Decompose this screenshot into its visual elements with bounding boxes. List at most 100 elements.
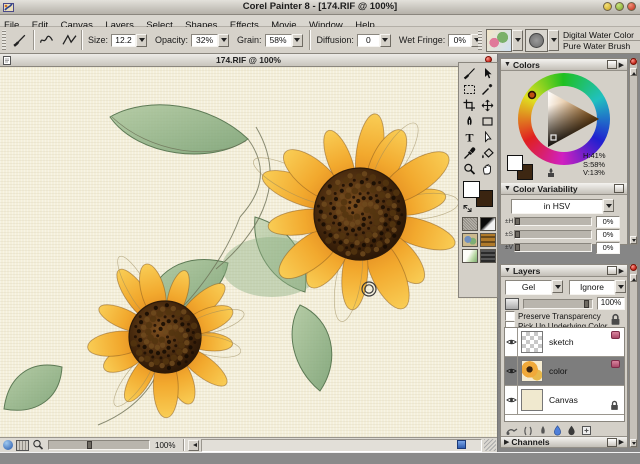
palette-menu-arrow-icon[interactable]: ▶ xyxy=(619,438,624,446)
colors-panel-header[interactable]: ▼ Colors ▶ xyxy=(501,59,627,71)
tool-crop[interactable] xyxy=(460,97,478,113)
scroll-up-button[interactable] xyxy=(630,274,637,282)
front-color-swatch[interactable] xyxy=(507,155,523,171)
color-variability-header[interactable]: ▼ Color Variability xyxy=(501,183,627,195)
diffusion-dropdown[interactable] xyxy=(380,34,391,47)
propbar-grip[interactable] xyxy=(2,30,6,50)
tool-move[interactable] xyxy=(478,97,496,113)
expand-triangle-icon[interactable]: ▶ xyxy=(504,438,509,446)
main-color-swatches[interactable] xyxy=(463,181,495,213)
variability-mode-dropdown[interactable] xyxy=(603,199,614,212)
layer-opacity-slider[interactable] xyxy=(523,299,593,309)
palette-window-icon[interactable] xyxy=(614,184,624,193)
tool-text[interactable]: T xyxy=(460,129,478,145)
variability-mode-value[interactable]: in HSV xyxy=(511,199,603,214)
maximize-button[interactable] xyxy=(615,2,624,11)
hue-marker[interactable] xyxy=(529,92,536,99)
layers-group-scrollbar[interactable] xyxy=(629,264,638,448)
wet-layer-icon[interactable] xyxy=(553,425,562,436)
visibility-cell[interactable] xyxy=(505,357,518,385)
layer-thumbnail[interactable] xyxy=(521,331,543,353)
wet-fringe-value[interactable]: 0% xyxy=(448,34,471,47)
new-layer-icon[interactable] xyxy=(581,425,592,436)
swap-colors-icon[interactable] xyxy=(463,204,472,213)
zoom-slider[interactable] xyxy=(48,440,150,450)
nozzle-selector[interactable] xyxy=(480,249,496,263)
opacity-value[interactable]: 32% xyxy=(191,34,218,47)
visibility-cell[interactable] xyxy=(505,328,518,356)
hue-variability-slider[interactable] xyxy=(514,217,592,226)
freehand-strokes-icon[interactable] xyxy=(38,33,55,47)
hscroll-thumb[interactable] xyxy=(457,440,466,449)
brush-variant-thumbnail[interactable] xyxy=(525,29,548,52)
tool-magnifier[interactable] xyxy=(460,161,478,177)
drawer-icon[interactable] xyxy=(16,440,29,451)
tool-rectangular-selection[interactable] xyxy=(460,81,478,97)
saturation-variability-slider[interactable] xyxy=(514,230,592,239)
zoom-tool-icon[interactable] xyxy=(32,439,44,451)
gradient-selector[interactable] xyxy=(480,217,496,231)
collapse-triangle-icon[interactable]: ▼ xyxy=(504,267,511,274)
palette-menu-arrow-icon[interactable]: ▶ xyxy=(619,61,624,69)
straight-strokes-icon[interactable] xyxy=(61,33,78,47)
tool-layer-adjuster[interactable] xyxy=(478,65,496,81)
dry-layer-icon[interactable] xyxy=(567,425,576,436)
composite-depth-value[interactable]: Ignore xyxy=(569,280,615,295)
layer-row-color[interactable]: color xyxy=(505,357,624,386)
layer-thumbnail[interactable] xyxy=(521,389,543,411)
layer-lock-icon[interactable] xyxy=(609,313,622,326)
preserve-transparency-checkbox[interactable] xyxy=(505,311,515,321)
opacity-dropdown[interactable] xyxy=(218,34,229,47)
group-layers-icon[interactable] xyxy=(523,426,533,436)
layer-thumbnail[interactable] xyxy=(521,360,543,382)
channels-panel-header[interactable]: ▶ Channels ▶ xyxy=(501,436,627,448)
window-titlebar[interactable]: Corel Painter 8 - [174.RIF @ 100%] xyxy=(0,0,640,15)
primary-color-swatch[interactable] xyxy=(463,181,480,198)
tool-pen[interactable] xyxy=(460,113,478,129)
look-selector[interactable] xyxy=(462,249,478,263)
palette-menu-arrow-icon[interactable]: ▶ xyxy=(619,267,624,275)
minimize-button[interactable] xyxy=(603,2,612,11)
pattern-selector[interactable] xyxy=(462,233,478,247)
brush-variant-name[interactable]: Pure Water Brush xyxy=(563,41,640,51)
brush-category-thumbnail[interactable] xyxy=(486,29,512,52)
collapse-triangle-icon[interactable]: ▼ xyxy=(504,61,511,68)
canvas[interactable] xyxy=(0,67,497,437)
tool-grabber[interactable] xyxy=(478,161,496,177)
composite-method-value[interactable]: Gel xyxy=(505,280,552,295)
composite-method-dropdown[interactable] xyxy=(552,280,563,293)
navigator-globe-icon[interactable] xyxy=(3,440,13,450)
grain-value[interactable]: 58% xyxy=(265,34,292,47)
scroll-down-button[interactable] xyxy=(630,439,637,447)
composite-depth-dropdown[interactable] xyxy=(615,280,626,293)
scroll-down-button[interactable] xyxy=(630,236,637,244)
tool-paint-bucket[interactable] xyxy=(478,145,496,161)
value-variability-value[interactable]: 0% xyxy=(596,242,620,254)
palette-window-icon[interactable] xyxy=(607,266,617,275)
colors-group-close-button[interactable] xyxy=(630,58,637,65)
size-dropdown[interactable] xyxy=(136,34,147,47)
tool-magic-wand[interactable] xyxy=(478,81,496,97)
brush-variant-dropdown[interactable] xyxy=(548,30,559,51)
variability-mode[interactable]: in HSV xyxy=(511,199,614,214)
tool-shape-selection[interactable] xyxy=(478,129,496,145)
tool-dropper[interactable] xyxy=(460,145,478,161)
weave-selector[interactable] xyxy=(480,233,496,247)
value-variability-slider[interactable] xyxy=(514,243,592,252)
paper-selector[interactable] xyxy=(462,217,478,231)
size-value[interactable]: 12.2 xyxy=(111,34,136,47)
document-titlebar[interactable]: 174.RIF @ 100% xyxy=(0,54,497,67)
horizontal-scrollbar[interactable] xyxy=(201,439,482,452)
resize-grip[interactable] xyxy=(484,439,496,451)
brush-category-dropdown[interactable] xyxy=(512,30,523,51)
layer-row-canvas[interactable]: Canvas xyxy=(505,386,624,415)
layer-row-sketch[interactable]: sketch xyxy=(505,328,624,357)
layer-mask-icon[interactable] xyxy=(538,425,548,436)
saturation-variability-value[interactable]: 0% xyxy=(596,229,620,241)
palette-window-icon[interactable] xyxy=(607,60,617,69)
layer-opacity-value[interactable]: 100% xyxy=(597,297,625,310)
tool-rectangle-shape[interactable] xyxy=(478,113,496,129)
brush-category-name[interactable]: Digital Water Color xyxy=(563,30,640,41)
brush-selector-grip[interactable] xyxy=(478,30,482,50)
scroll-up-button[interactable] xyxy=(630,68,637,76)
